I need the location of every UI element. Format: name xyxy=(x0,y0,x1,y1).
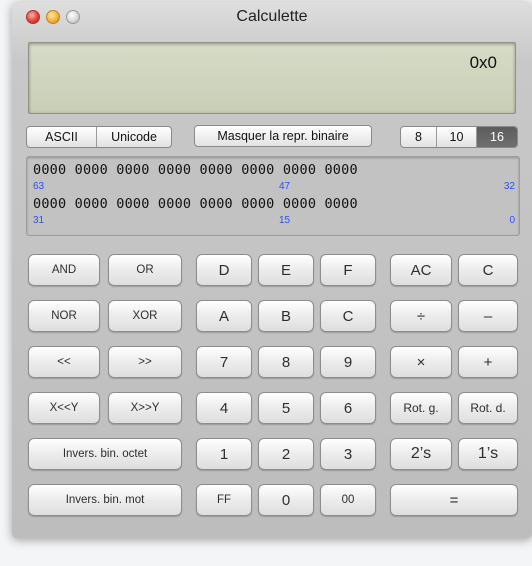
digit-8-button[interactable]: 8 xyxy=(258,346,314,378)
hex-d-button[interactable]: D xyxy=(196,254,252,286)
unicode-button[interactable]: Unicode xyxy=(97,127,171,147)
digit-3-button[interactable]: 3 xyxy=(320,438,376,470)
base-10-button[interactable]: 10 xyxy=(437,127,477,147)
binary-representation: 0000 0000 0000 0000 0000 0000 0000 0000 … xyxy=(26,156,520,236)
minus-button[interactable]: – xyxy=(458,300,518,332)
ascii-button[interactable]: ASCII xyxy=(27,127,97,147)
hex-a-button[interactable]: A xyxy=(196,300,252,332)
rotate-right-button[interactable]: Rot. d. xyxy=(458,392,518,424)
digit-9-button[interactable]: 9 xyxy=(320,346,376,378)
xor-button[interactable]: XOR xyxy=(108,300,182,332)
bit-position-label: 32 xyxy=(503,181,515,192)
encoding-segment: ASCII Unicode xyxy=(26,126,172,148)
digit-6-button[interactable]: 6 xyxy=(320,392,376,424)
base-16-button[interactable]: 16 xyxy=(477,127,517,147)
double-zero-button[interactable]: 00 xyxy=(320,484,376,516)
digit-4-button[interactable]: 4 xyxy=(196,392,252,424)
digit-1-button[interactable]: 1 xyxy=(196,438,252,470)
digit-5-button[interactable]: 5 xyxy=(258,392,314,424)
byte-flip-button[interactable]: Invers. bin. octet xyxy=(28,438,182,470)
bit-position-label: 47 xyxy=(279,181,291,192)
shift-right-button[interactable]: >> xyxy=(108,346,182,378)
digit-7-button[interactable]: 7 xyxy=(196,346,252,378)
title-bar[interactable]: Calculette xyxy=(12,2,532,36)
shift-left-button[interactable]: << xyxy=(28,346,100,378)
hex-f-button[interactable]: F xyxy=(320,254,376,286)
x-shift-left-y-button[interactable]: X<<Y xyxy=(28,392,100,424)
hide-binary-button[interactable]: Masquer la repr. binaire xyxy=(194,125,372,147)
and-button[interactable]: AND xyxy=(28,254,100,286)
bit-position-label: 0 xyxy=(509,215,515,226)
multiply-button[interactable]: × xyxy=(390,346,452,378)
or-button[interactable]: OR xyxy=(108,254,182,286)
binary-row-high[interactable]: 0000 0000 0000 0000 0000 0000 0000 0000 xyxy=(33,162,358,178)
base-segment: 8 10 16 xyxy=(400,126,518,148)
bit-position-label: 15 xyxy=(279,215,291,226)
calculator-window: Calculette 0x0 ASCII Unicode Masquer la … xyxy=(12,2,532,538)
hex-c-button[interactable]: C xyxy=(320,300,376,332)
plus-button[interactable]: + xyxy=(458,346,518,378)
bit-position-label: 63 xyxy=(33,181,45,192)
bit-position-label: 31 xyxy=(33,215,45,226)
hex-b-button[interactable]: B xyxy=(258,300,314,332)
x-shift-right-y-button[interactable]: X>>Y xyxy=(108,392,182,424)
nor-button[interactable]: NOR xyxy=(28,300,100,332)
divide-button[interactable]: ÷ xyxy=(390,300,452,332)
binary-row-low[interactable]: 0000 0000 0000 0000 0000 0000 0000 0000 xyxy=(33,196,358,212)
base-8-button[interactable]: 8 xyxy=(401,127,437,147)
digit-2-button[interactable]: 2 xyxy=(258,438,314,470)
digit-0-button[interactable]: 0 xyxy=(258,484,314,516)
all-clear-button[interactable]: AC xyxy=(390,254,452,286)
equals-button[interactable]: = xyxy=(390,484,518,516)
hex-e-button[interactable]: E xyxy=(258,254,314,286)
word-flip-button[interactable]: Invers. bin. mot xyxy=(28,484,182,516)
rotate-left-button[interactable]: Rot. g. xyxy=(390,392,452,424)
ff-button[interactable]: FF xyxy=(196,484,252,516)
window-title: Calculette xyxy=(236,8,308,25)
twos-complement-button[interactable]: 2’s xyxy=(390,438,452,470)
display-value: 0x0 xyxy=(469,53,497,72)
clear-button[interactable]: C xyxy=(458,254,518,286)
result-display: 0x0 xyxy=(28,42,516,114)
ones-complement-button[interactable]: 1’s xyxy=(458,438,518,470)
